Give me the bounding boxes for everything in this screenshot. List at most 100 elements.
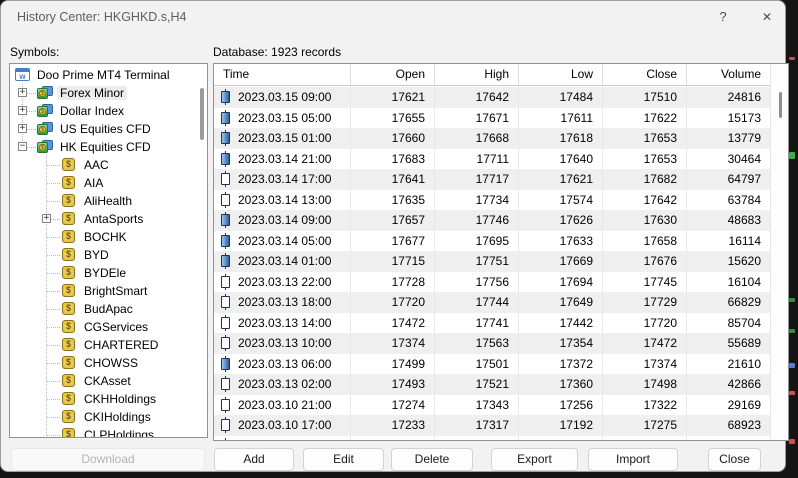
history-table: TimeOpenHighLowCloseVolume 2023.03.15 09… — [213, 63, 789, 441]
close-cell: 17322 — [602, 395, 686, 416]
time-value: 2023.03.13 18:00 — [238, 295, 331, 309]
table-row[interactable]: 2023.03.14 13:00176351773417574176426378… — [214, 190, 770, 211]
import-button[interactable]: Import — [588, 448, 678, 471]
time-cell: 2023.03.13 14:00 — [214, 313, 350, 334]
table-row[interactable]: 2023.03.13 18:00177201774417649177296682… — [214, 292, 770, 313]
low-cell: 17192 — [518, 415, 602, 436]
table-row[interactable]: 2023.03.14 01:00177151775117669176761562… — [214, 251, 770, 272]
tree-item-clpholdings[interactable]: $ CLPHoldings — [10, 426, 197, 438]
chart-mark — [789, 298, 795, 302]
table-row[interactable] — [214, 436, 770, 441]
tree-item-antasports[interactable]: +$AntaSports — [10, 210, 197, 228]
high-cell: 17695 — [434, 231, 518, 252]
time-value: 2023.03.15 01:00 — [238, 131, 331, 145]
terminal-icon-glyph: w — [16, 72, 29, 81]
tree-item-dollar-index[interactable]: +$Dollar Index — [10, 102, 197, 120]
symbol-coin-icon: $ — [62, 428, 75, 438]
tree-item-alihealth[interactable]: $AliHealth — [10, 192, 197, 210]
time-cell: 2023.03.13 10:00 — [214, 333, 350, 354]
collapse-icon[interactable]: − — [18, 142, 27, 151]
table-row[interactable]: 2023.03.15 09:00176211764217484175102481… — [214, 87, 770, 108]
history-center-dialog: History Center: HKGHKD.s,H4 ? ✕ Symbols:… — [0, 0, 786, 472]
tree-item-brightsmart[interactable]: $BrightSmart — [10, 282, 197, 300]
export-button[interactable]: Export — [491, 448, 578, 471]
table-row[interactable]: 2023.03.13 22:00177281775617694177451610… — [214, 272, 770, 293]
edit-button[interactable]: Edit — [303, 448, 384, 471]
tree-item-cgservices[interactable]: $CGServices — [10, 318, 197, 336]
tree-item-ckiholdings[interactable]: $CKIHoldings — [10, 408, 197, 426]
tree-scrollbar[interactable] — [199, 66, 205, 435]
time-cell: 2023.03.15 01:00 — [214, 128, 350, 149]
tree-item-forex-minor[interactable]: +$Forex Minor — [10, 84, 197, 102]
tree-item-aac[interactable]: $AAC — [10, 156, 197, 174]
tree-item-us-equities-cfd[interactable]: + $ US Equities CFD — [10, 120, 197, 138]
tree-item-label: US Equities CFD — [57, 122, 154, 136]
help-button[interactable]: ? — [713, 7, 733, 27]
table-row[interactable]: 2023.03.13 10:00173741756317354174725568… — [214, 333, 770, 354]
tree-item-label: CLPHoldings — [81, 428, 157, 438]
close-window-button[interactable]: ✕ — [757, 7, 777, 27]
tree-item-doo-prime-mt4-terminal[interactable]: wDoo Prime MT4 Terminal — [10, 66, 197, 84]
expand-icon[interactable]: + — [18, 88, 27, 97]
low-cell: 17442 — [518, 313, 602, 334]
tree-item-hk-equities-cfd[interactable]: −$HK Equities CFD — [10, 138, 197, 156]
time-value: 2023.03.13 14:00 — [238, 316, 331, 330]
tree-scrollbar-thumb[interactable] — [200, 88, 204, 140]
title-bar[interactable]: History Center: HKGHKD.s,H4 ? ✕ — [1, 1, 785, 33]
add-button[interactable]: Add — [214, 448, 294, 471]
high-cell: 17343 — [434, 395, 518, 416]
tree-item-byd[interactable]: $BYD — [10, 246, 197, 264]
tree-item-bochk[interactable]: $BOCHK — [10, 228, 197, 246]
close-cell: 17472 — [602, 333, 686, 354]
tree-item-chowss[interactable]: $CHOWSS — [10, 354, 197, 372]
high-cell: 17717 — [434, 169, 518, 190]
open-cell: 17683 — [350, 149, 434, 170]
column-header-open: Open — [350, 64, 434, 85]
volume-cell: 30464 — [686, 149, 770, 170]
tree-item-ckasset[interactable]: $CKAsset — [10, 372, 197, 390]
low-cell: 17640 — [518, 149, 602, 170]
bullish-candle-icon — [221, 192, 230, 208]
expand-icon[interactable]: + — [18, 106, 27, 115]
symbol-coin-icon: $ — [62, 410, 75, 423]
table-row[interactable]: 2023.03.10 17:00172331731717192172756892… — [214, 415, 770, 436]
close-cell: 17622 — [602, 108, 686, 129]
open-cell: 17374 — [350, 333, 434, 354]
tree-item-bydele[interactable]: $BYDEle — [10, 264, 197, 282]
tree-item-chartered[interactable]: $CHARTERED — [10, 336, 197, 354]
tree-item-aia[interactable]: $AIA — [10, 174, 197, 192]
volume-cell: 24816 — [686, 87, 770, 108]
table-row[interactable]: 2023.03.13 14:00174721774117442177208570… — [214, 313, 770, 334]
dollar-badge: $ — [39, 126, 46, 133]
symbols-label: Symbols: — [10, 45, 59, 59]
table-row[interactable]: 2023.03.14 09:00176571774617626176304868… — [214, 210, 770, 231]
expand-icon[interactable]: + — [42, 214, 51, 223]
table-row[interactable]: 2023.03.15 05:00176551767117611176221517… — [214, 108, 770, 129]
table-row[interactable]: 2023.03.13 06:00174991750117372173742161… — [214, 354, 770, 375]
high-cell: 17317 — [434, 415, 518, 436]
high-cell: 17711 — [434, 149, 518, 170]
table-row[interactable]: 2023.03.15 01:00176601766817618176531377… — [214, 128, 770, 149]
volume-cell: 85704 — [686, 313, 770, 334]
low-cell: 17611 — [518, 108, 602, 129]
table-scrollbar[interactable] — [770, 64, 788, 440]
expand-icon[interactable]: + — [18, 124, 27, 133]
table-row[interactable]: 2023.03.13 02:00174931752117360174984286… — [214, 374, 770, 395]
table-row[interactable]: 2023.03.14 21:00176831771117640176533046… — [214, 149, 770, 170]
tree-item-ckhholdings[interactable]: $CKHHoldings — [10, 390, 197, 408]
high-cell: 17668 — [434, 128, 518, 149]
tree-item-label: AIA — [81, 176, 106, 190]
table-row[interactable]: 2023.03.14 05:00176771769517633176581611… — [214, 231, 770, 252]
delete-button[interactable]: Delete — [391, 448, 473, 471]
table-row[interactable]: 2023.03.14 17:00176411771717621176826479… — [214, 169, 770, 190]
tree-item-label: CKHHoldings — [81, 392, 159, 406]
close-button[interactable]: Close — [708, 448, 761, 471]
open-cell: 17233 — [350, 415, 434, 436]
open-cell: 17720 — [350, 292, 434, 313]
symbol-group-icon: $ — [37, 104, 54, 118]
table-scrollbar-thumb[interactable] — [779, 92, 782, 118]
table-row[interactable]: 2023.03.10 21:00172741734317256173222916… — [214, 395, 770, 416]
volume-cell: 16104 — [686, 272, 770, 293]
tree-item-budapac[interactable]: $BudApac — [10, 300, 197, 318]
symbol-group-icon: $ — [37, 86, 54, 100]
